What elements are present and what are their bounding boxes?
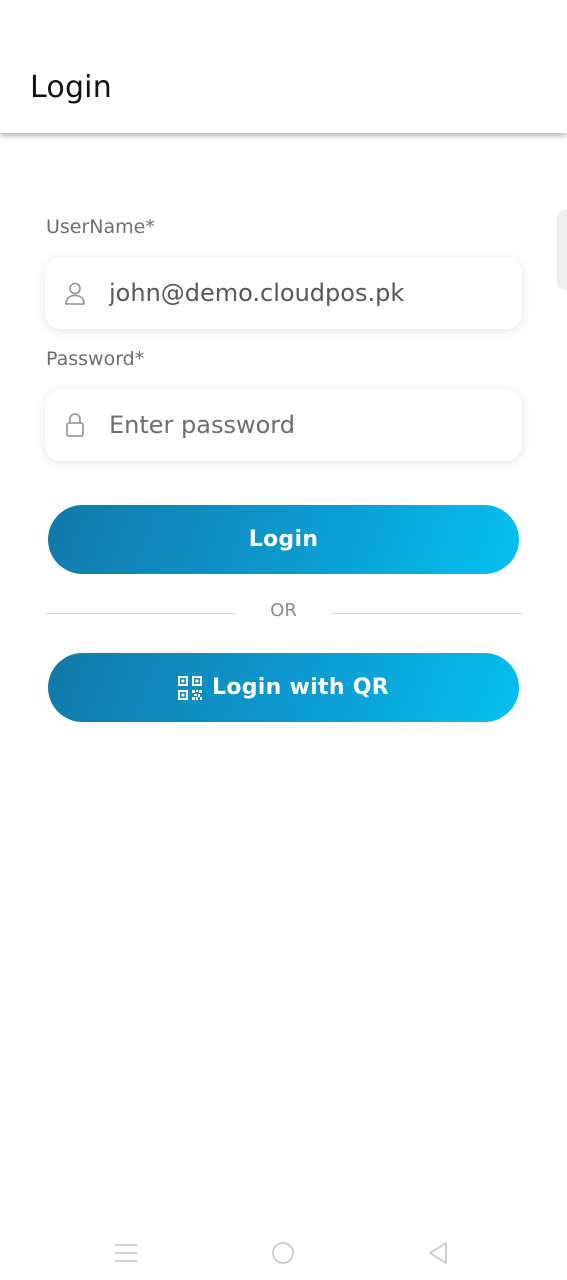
or-separator: OR (45, 600, 522, 626)
qr-button-label: Login with QR (212, 675, 389, 700)
menu-icon[interactable] (111, 1238, 141, 1268)
password-field[interactable] (45, 389, 522, 461)
home-icon[interactable] (268, 1238, 298, 1268)
username-input[interactable] (109, 279, 522, 307)
password-label: Password* (46, 348, 145, 370)
user-icon (63, 280, 87, 306)
username-field[interactable] (45, 257, 522, 329)
login-button[interactable]: Login (48, 505, 519, 574)
divider-right (331, 613, 522, 614)
back-icon[interactable] (423, 1238, 453, 1268)
page-title: Login (30, 70, 112, 105)
login-with-qr-button[interactable]: Login with QR (48, 653, 519, 722)
app-bar: Login (0, 0, 567, 133)
edge-panel-handle[interactable] (557, 210, 567, 290)
username-label: UserName* (46, 216, 155, 238)
password-input[interactable] (109, 411, 522, 439)
lock-icon (63, 412, 87, 438)
system-navigation-bar (0, 1228, 567, 1280)
login-button-label: Login (248, 527, 319, 552)
qr-code-icon (178, 675, 202, 700)
or-label: OR (270, 600, 297, 621)
